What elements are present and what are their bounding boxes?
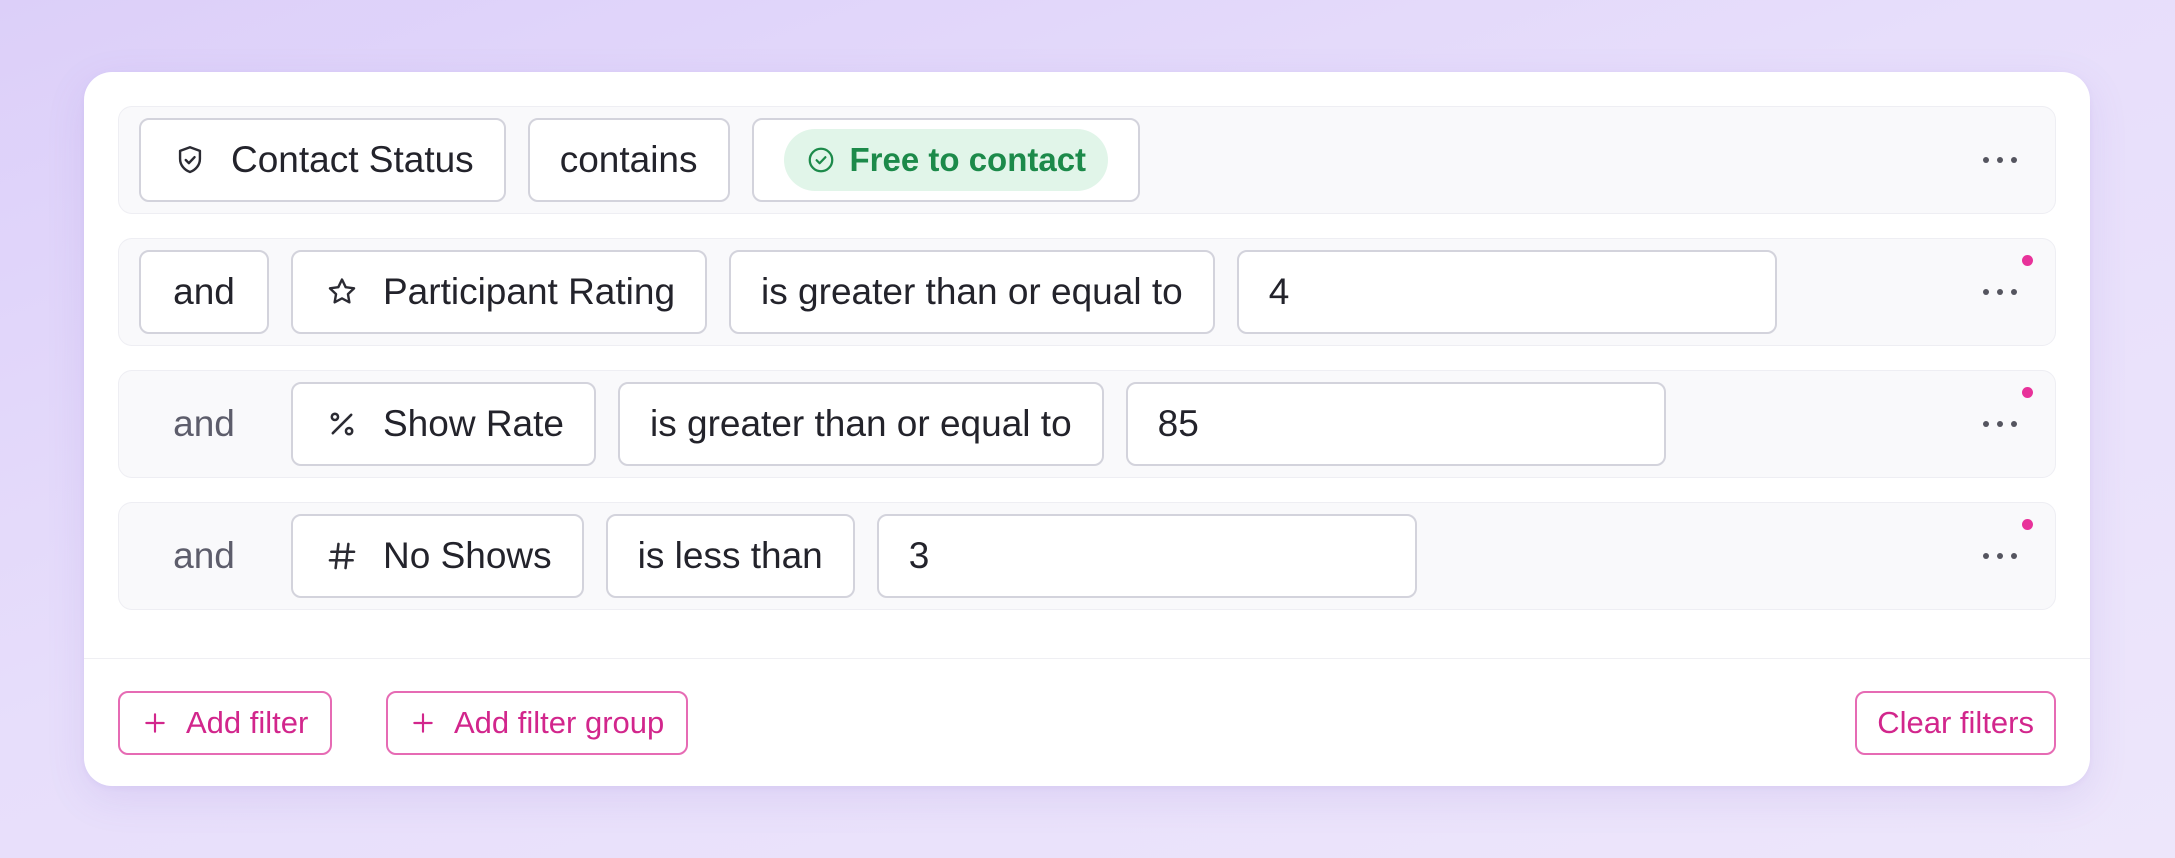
filter-row: Contact Status contains Free to contact <box>118 106 2056 214</box>
unsaved-indicator <box>2022 519 2033 530</box>
field-select[interactable]: Contact Status <box>139 118 506 202</box>
operator-label: is less than <box>637 535 823 576</box>
filter-row: and Show Rate is greater than or equal t… <box>118 370 2056 478</box>
value-input[interactable]: 3 <box>876 514 1417 598</box>
operator-label: is greater than or equal to <box>761 271 1183 312</box>
conjunction-label: and <box>173 271 235 312</box>
conjunction-label: and <box>173 535 235 576</box>
add-filter-label: Add filter <box>186 705 309 740</box>
hash-icon <box>325 539 359 573</box>
filter-footer: Add filter Add filter group Clear filter… <box>84 658 2090 786</box>
field-label: Show Rate <box>383 403 564 444</box>
plus-icon <box>410 710 436 736</box>
conjunction-label: and <box>173 403 235 444</box>
field-label: Participant Rating <box>383 271 676 312</box>
unsaved-indicator <box>2022 387 2033 398</box>
field-label: No Shows <box>383 535 552 576</box>
value-select[interactable]: Free to contact <box>751 118 1141 202</box>
operator-select[interactable]: is greater than or equal to <box>618 382 1104 466</box>
field-select[interactable]: Participant Rating <box>291 250 708 334</box>
filter-row: and No Shows is less than 3 <box>118 502 2056 610</box>
ellipsis-icon <box>1983 157 2017 163</box>
field-select[interactable]: Show Rate <box>291 382 596 466</box>
filter-row: and Participant Rating is greater than o… <box>118 238 2056 346</box>
filter-list: Contact Status contains Free to contact <box>118 106 2056 610</box>
check-circle-icon <box>806 145 836 175</box>
shield-check-icon <box>173 143 207 177</box>
operator-label: contains <box>559 139 698 180</box>
clear-filters-button[interactable]: Clear filters <box>1855 691 2056 755</box>
add-filter-group-button[interactable]: Add filter group <box>386 691 689 755</box>
more-options-button[interactable] <box>1975 140 2025 180</box>
operator-label: is greater than or equal to <box>650 403 1072 444</box>
ellipsis-icon <box>1983 421 2017 427</box>
add-filter-button[interactable]: Add filter <box>118 691 333 755</box>
ellipsis-icon <box>1983 289 2017 295</box>
more-options-button[interactable] <box>1975 272 2025 312</box>
operator-select[interactable]: is less than <box>605 514 855 598</box>
star-icon <box>325 275 359 309</box>
percent-icon <box>325 407 359 441</box>
more-options-button[interactable] <box>1975 404 2025 444</box>
value-text: 85 <box>1157 403 1199 444</box>
field-select[interactable]: No Shows <box>291 514 584 598</box>
value-input[interactable]: 4 <box>1236 250 1777 334</box>
conjunction-select[interactable]: and <box>139 250 269 334</box>
value-text: 3 <box>908 535 930 576</box>
filter-panel: Contact Status contains Free to contact <box>84 72 2090 786</box>
unsaved-indicator <box>2022 255 2033 266</box>
field-label: Contact Status <box>231 139 474 180</box>
status-chip: Free to contact <box>783 129 1109 191</box>
more-options-button[interactable] <box>1975 536 2025 576</box>
status-chip-label: Free to contact <box>849 141 1087 178</box>
plus-icon <box>142 710 168 736</box>
clear-filters-label: Clear filters <box>1877 705 2034 740</box>
value-input[interactable]: 85 <box>1125 382 1666 466</box>
value-text: 4 <box>1268 271 1290 312</box>
operator-select[interactable]: is greater than or equal to <box>729 250 1215 334</box>
ellipsis-icon <box>1983 553 2017 559</box>
add-filter-group-label: Add filter group <box>454 705 665 740</box>
operator-select[interactable]: contains <box>527 118 730 202</box>
